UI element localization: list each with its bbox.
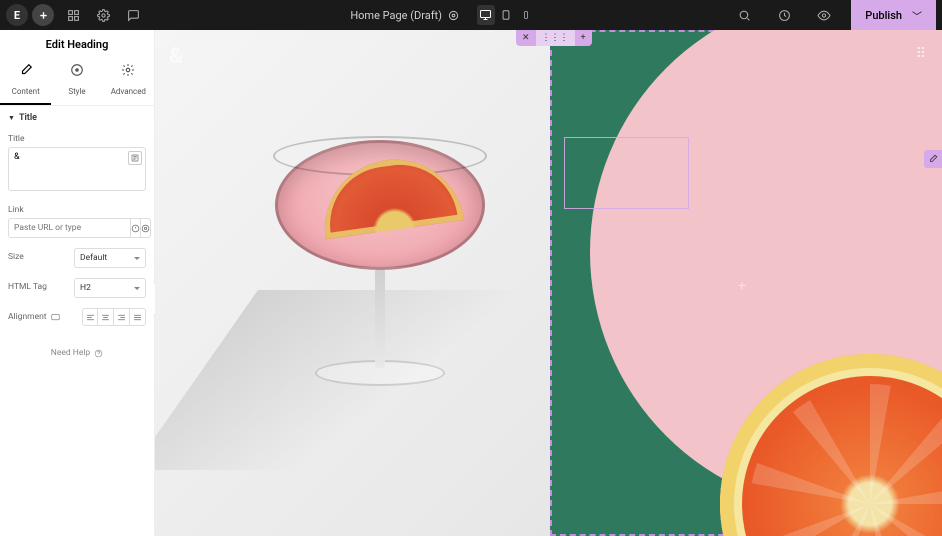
structure-icon[interactable] <box>62 9 84 22</box>
panel-title: Edit Heading <box>0 30 154 57</box>
section-title-label: Title <box>19 113 37 123</box>
tab-advanced[interactable]: Advanced <box>103 57 154 105</box>
heading-widget[interactable]: & <box>169 44 183 69</box>
tab-style[interactable]: Style <box>51 57 102 105</box>
edit-element-button[interactable] <box>924 150 942 168</box>
align-right-button[interactable] <box>114 308 130 326</box>
add-element-button[interactable] <box>32 4 54 26</box>
device-mobile[interactable] <box>517 5 535 25</box>
publish-button[interactable]: Publish ﹀ <box>851 0 936 30</box>
add-widget-button[interactable]: + <box>738 278 746 294</box>
title-field-label: Title <box>8 134 146 144</box>
link-dynamic-button[interactable] <box>131 218 141 238</box>
responsive-switcher <box>477 5 535 25</box>
size-field-label: Size <box>8 252 24 262</box>
history-icon[interactable] <box>773 9 795 22</box>
link-field-label: Link <box>8 205 146 215</box>
doc-settings-icon[interactable] <box>448 10 459 21</box>
need-help-link[interactable]: Need Help <box>8 348 146 358</box>
editor-canvas[interactable]: & ✕ ⋮⋮⋮ + ⠿ + <box>155 30 942 536</box>
caret-down-icon: ▼ <box>8 114 15 122</box>
empty-widget-frame[interactable] <box>564 137 689 209</box>
container-handle-bar: ✕ ⋮⋮⋮ + <box>516 30 592 46</box>
chevron-down-icon[interactable]: ﹀ <box>912 8 922 23</box>
tab-advanced-label: Advanced <box>111 87 146 96</box>
grid-drag-icon[interactable]: ⠿ <box>916 46 928 62</box>
preview-icon[interactable] <box>813 9 835 22</box>
need-help-label: Need Help <box>51 348 90 358</box>
elementor-logo[interactable]: E <box>6 4 28 26</box>
alignment-buttons <box>82 308 146 326</box>
tab-content-label: Content <box>12 87 40 96</box>
finder-icon[interactable] <box>733 9 755 22</box>
document-title[interactable]: Home Page (Draft) <box>350 9 459 22</box>
settings-icon[interactable] <box>92 9 114 22</box>
container-add-button[interactable]: + <box>575 30 592 46</box>
help-icon <box>94 349 103 358</box>
htmltag-select[interactable]: H2 <box>74 278 146 298</box>
title-input[interactable]: & <box>8 147 146 191</box>
htmltag-field-label: HTML Tag <box>8 282 47 292</box>
publish-label: Publish <box>865 9 902 22</box>
top-bar: E Home Page (Draft) <box>0 0 942 30</box>
edit-panel: Edit Heading Content Style Advanced ▼ Ti… <box>0 30 155 536</box>
section-title-toggle[interactable]: ▼ Title <box>0 106 154 130</box>
document-title-text: Home Page (Draft) <box>350 9 442 22</box>
cocktail-image <box>225 100 525 470</box>
notes-icon[interactable] <box>122 9 144 22</box>
container-drag-handle[interactable]: ⋮⋮⋮ <box>536 30 575 46</box>
align-justify-button[interactable] <box>130 308 146 326</box>
alignment-field-label: Alignment <box>8 312 47 322</box>
panel-tabs: Content Style Advanced <box>0 57 154 106</box>
responsive-indicator-icon <box>51 313 60 322</box>
selected-container[interactable]: ✕ ⋮⋮⋮ + ⠿ + <box>550 30 942 536</box>
device-desktop[interactable] <box>477 5 495 25</box>
align-left-button[interactable] <box>82 308 98 326</box>
link-input[interactable] <box>8 218 131 238</box>
device-tablet[interactable] <box>497 5 515 25</box>
container-close-button[interactable]: ✕ <box>516 30 536 46</box>
align-center-button[interactable] <box>98 308 114 326</box>
tab-style-label: Style <box>68 87 85 96</box>
link-options-button[interactable] <box>141 218 151 238</box>
size-select[interactable]: Default <box>74 248 146 268</box>
tab-content[interactable]: Content <box>0 57 51 105</box>
dynamic-tags-button[interactable] <box>128 151 142 165</box>
